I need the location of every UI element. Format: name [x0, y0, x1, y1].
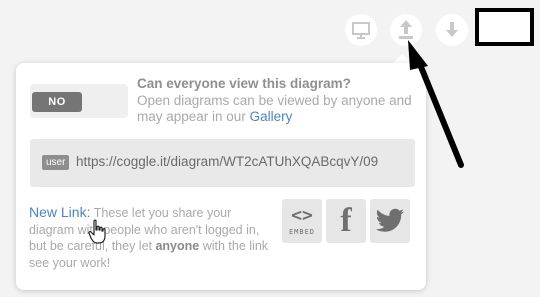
share-popup: NO Can everyone view this diagram? Open …: [16, 63, 426, 290]
annotation-box: [475, 8, 534, 46]
embed-label: EMBED: [288, 227, 316, 236]
twitter-button[interactable]: [370, 199, 410, 243]
presentation-icon: [352, 22, 370, 39]
embed-button[interactable]: <> EMBED: [282, 199, 322, 243]
download-button[interactable]: [436, 14, 468, 46]
new-link-button[interactable]: New Link:: [29, 204, 90, 220]
share-button[interactable]: [390, 14, 422, 46]
visibility-question: Can everyone view this diagram?: [137, 76, 351, 91]
visibility-toggle[interactable]: NO: [30, 84, 128, 118]
facebook-button[interactable]: f: [326, 199, 366, 243]
toggle-label: NO: [32, 92, 82, 112]
new-link-emphasis: anyone: [155, 239, 200, 253]
download-icon: [446, 22, 458, 37]
share-upload-icon: [399, 20, 413, 39]
user-badge: user: [42, 155, 70, 170]
hand-cursor-icon: [88, 219, 106, 244]
twitter-icon: [375, 208, 404, 232]
share-link-row[interactable]: user https://coggle.it/diagram/WT2cATUhX…: [30, 139, 415, 187]
new-link-description: New Link: These let you share your diagr…: [29, 204, 277, 271]
share-icons: <> EMBED f: [282, 199, 410, 243]
stage: NO Can everyone view this diagram? Open …: [0, 0, 540, 297]
gallery-link[interactable]: Gallery: [250, 109, 293, 124]
embed-icon: <>: [291, 204, 313, 226]
facebook-icon: f: [340, 202, 352, 239]
diagram-url[interactable]: https://coggle.it/diagram/WT2cATUhXQABcq…: [76, 153, 378, 171]
present-button[interactable]: [345, 14, 377, 46]
visibility-description: Can everyone view this diagram? Open dia…: [137, 76, 422, 126]
